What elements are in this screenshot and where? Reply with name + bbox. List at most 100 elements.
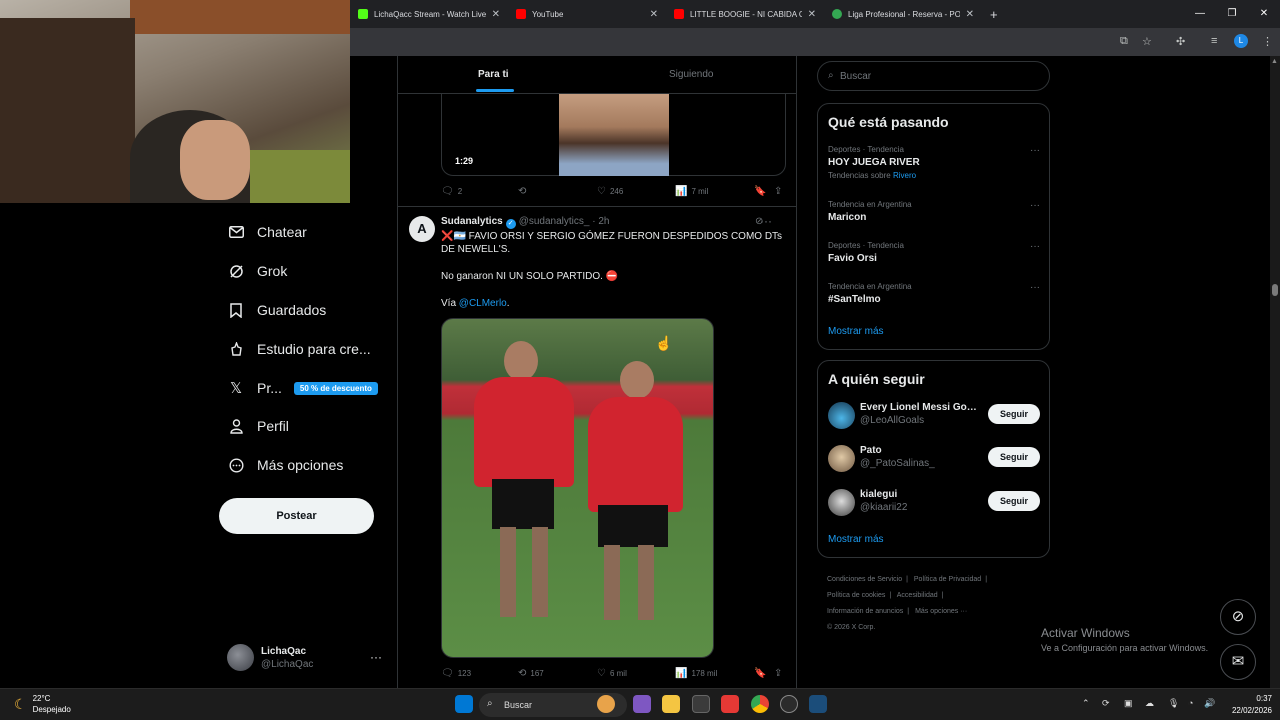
tab-liga-profesional[interactable]: Liga Profesional - Reserva - PO ✕	[824, 0, 982, 28]
post-more-icon[interactable]: ···	[760, 214, 772, 228]
more-options-link[interactable]: Más opciones ···	[915, 608, 967, 615]
obs-icon[interactable]	[780, 695, 798, 713]
window-controls: — ❐ ✕	[1184, 0, 1280, 28]
steam-icon[interactable]	[809, 695, 827, 713]
chrome-icon[interactable]	[751, 695, 769, 713]
taskbar-clock[interactable]: 0:37 22/02/2026	[1226, 693, 1272, 717]
mention-link[interactable]: @CLMerlo	[459, 298, 507, 309]
post-button[interactable]: Postear	[219, 498, 374, 534]
post-time[interactable]: · 2h	[592, 216, 609, 227]
follow-button[interactable]: Seguir	[988, 404, 1040, 424]
avatar	[828, 445, 855, 472]
privacy-link[interactable]: Política de Privacidad	[914, 576, 981, 583]
new-tab-button[interactable]: +	[982, 0, 1006, 28]
previous-post-video[interactable]: 1:29	[441, 94, 786, 176]
close-tab-icon[interactable]: ✕	[650, 9, 658, 20]
scroll-up-icon[interactable]: ▲	[1271, 58, 1278, 65]
wifi-icon[interactable]: ◔	[1188, 698, 1193, 708]
post-photo[interactable]	[441, 318, 714, 658]
volume-icon[interactable]: 🔊	[1204, 698, 1215, 709]
tray-chevron-icon[interactable]: ⌃	[1082, 698, 1090, 709]
file-explorer-icon[interactable]	[662, 695, 680, 713]
copilot-icon[interactable]	[633, 695, 651, 713]
cookies-link[interactable]: Política de cookies	[827, 592, 885, 599]
extensions-icon[interactable]: ✣	[1176, 35, 1185, 48]
nav-premium[interactable]: 𝕏 Pr... 50 % de descuento	[228, 380, 378, 397]
close-tab-icon[interactable]: ✕	[492, 9, 500, 20]
tray-onedrive-icon[interactable]: ☁	[1145, 698, 1154, 709]
trend-more-icon[interactable]: ···	[1030, 200, 1040, 211]
accessibility-link[interactable]: Accesibilidad	[897, 592, 938, 599]
tab-lichaqacc-stream[interactable]: LichaQacc Stream - Watch Live ✕	[350, 0, 508, 28]
follow-suggestion[interactable]: Pato @_PatoSalinas_ Seguir	[828, 443, 1040, 473]
office-icon[interactable]	[721, 695, 739, 713]
repost-button[interactable]: ⟲ 167	[518, 668, 544, 679]
repost-button[interactable]: ⟲	[518, 186, 530, 197]
more-icon[interactable]: ···	[370, 650, 382, 664]
search-input[interactable]: ⌕ Buscar	[817, 61, 1050, 91]
close-window-icon[interactable]: ✕	[1248, 0, 1280, 28]
bookmark-star-icon[interactable]: ☆	[1142, 35, 1152, 48]
reply-button[interactable]: 🗨 2	[441, 186, 462, 197]
like-button[interactable]: ♡ 6 mil	[597, 668, 627, 679]
trend-item[interactable]: Deportes · Tendencia HOY JUEGA RIVER Ten…	[828, 145, 1040, 180]
nav-label: Perfil	[257, 418, 289, 434]
tray-mic-icon[interactable]: 🎙	[1168, 698, 1179, 709]
minimize-icon[interactable]: —	[1184, 0, 1216, 28]
reply-button[interactable]: 🗨 123	[441, 668, 471, 679]
terms-link[interactable]: Condiciones de Servicio	[827, 576, 902, 583]
follow-button[interactable]: Seguir	[988, 491, 1040, 511]
share-button[interactable]: ⇪	[774, 668, 786, 679]
trend-more-icon[interactable]: ···	[1030, 241, 1040, 252]
tray-sync-icon[interactable]: ⟳	[1102, 698, 1110, 709]
tab-little-boogie[interactable]: LITTLE BOOGIE - NI CABIDA CO ✕	[666, 0, 824, 28]
bookmark-button[interactable]: 🔖	[754, 186, 770, 197]
tray-app-icon[interactable]: ▣	[1124, 698, 1133, 709]
nav-bookmarks[interactable]: Guardados	[228, 302, 326, 318]
views-button[interactable]: 📊 178 mil	[675, 668, 717, 679]
nav-grok[interactable]: Grok	[228, 263, 287, 279]
install-app-icon[interactable]: ⧉	[1120, 35, 1128, 48]
trend-more-icon[interactable]: ···	[1030, 145, 1040, 156]
follow-button[interactable]: Seguir	[988, 447, 1040, 467]
views-button[interactable]: 📊 7 mil	[675, 186, 708, 197]
start-windows-icon[interactable]	[455, 695, 473, 713]
nav-chat[interactable]: Chatear	[228, 224, 307, 240]
avatar[interactable]: A	[409, 216, 435, 242]
trend-more-icon[interactable]: ···	[1030, 282, 1040, 293]
nav-creator-studio[interactable]: Estudio para cre...	[228, 341, 371, 357]
messages-fab-icon[interactable]: ✉	[1220, 644, 1256, 680]
restore-icon[interactable]: ❐	[1216, 0, 1248, 28]
page-scrollbar[interactable]: ▲	[1270, 56, 1280, 688]
tab-for-you[interactable]: Para ti	[476, 69, 514, 92]
trend-related-link[interactable]: Rivero	[893, 171, 916, 180]
nav-more-options[interactable]: Más opciones	[228, 457, 343, 473]
follow-suggestion[interactable]: Every Lionel Messi Goa... @LeoAllGoals S…	[828, 400, 1040, 430]
nav-profile[interactable]: Perfil	[228, 418, 289, 434]
ads-info-link[interactable]: Información de anuncios	[827, 608, 903, 615]
media-controls-icon[interactable]: ≡	[1211, 35, 1217, 47]
tab-youtube[interactable]: YouTube ✕	[508, 0, 666, 28]
chrome-menu-icon[interactable]: ⋮	[1262, 35, 1273, 48]
scrollbar-thumb[interactable]	[1272, 284, 1278, 296]
tab-following[interactable]: Siguiendo	[669, 69, 713, 80]
account-switcher[interactable]: LichaQac @LichaQac ···	[227, 644, 387, 672]
author-name[interactable]: Sudanalytics	[441, 216, 503, 227]
weather-widget[interactable]: ☾ 22°C Despejado	[14, 693, 71, 715]
close-tab-icon[interactable]: ✕	[966, 9, 974, 20]
grok-fab-icon[interactable]: ⊘	[1220, 599, 1256, 635]
share-button[interactable]: ⇪	[774, 186, 786, 197]
show-more-link[interactable]: Mostrar más	[828, 326, 884, 337]
profile-avatar[interactable]: L	[1234, 34, 1248, 48]
trend-item[interactable]: Deportes · Tendencia Favio Orsi ···	[828, 241, 1040, 264]
close-tab-icon[interactable]: ✕	[808, 9, 816, 20]
show-more-link[interactable]: Mostrar más	[828, 534, 884, 545]
store-icon[interactable]	[692, 695, 710, 713]
bookmark-button[interactable]: 🔖	[754, 668, 770, 679]
trend-item[interactable]: Tendencia en Argentina #SanTelmo ···	[828, 282, 1040, 305]
follow-suggestion[interactable]: kialegui @kiaarii22 Seguir	[828, 487, 1040, 517]
trend-item[interactable]: Tendencia en Argentina Maricon ···	[828, 200, 1040, 223]
author-handle[interactable]: @sudanalytics_	[519, 216, 590, 227]
like-button[interactable]: ♡ 246	[597, 186, 623, 197]
discount-badge: 50 % de descuento	[293, 381, 378, 395]
